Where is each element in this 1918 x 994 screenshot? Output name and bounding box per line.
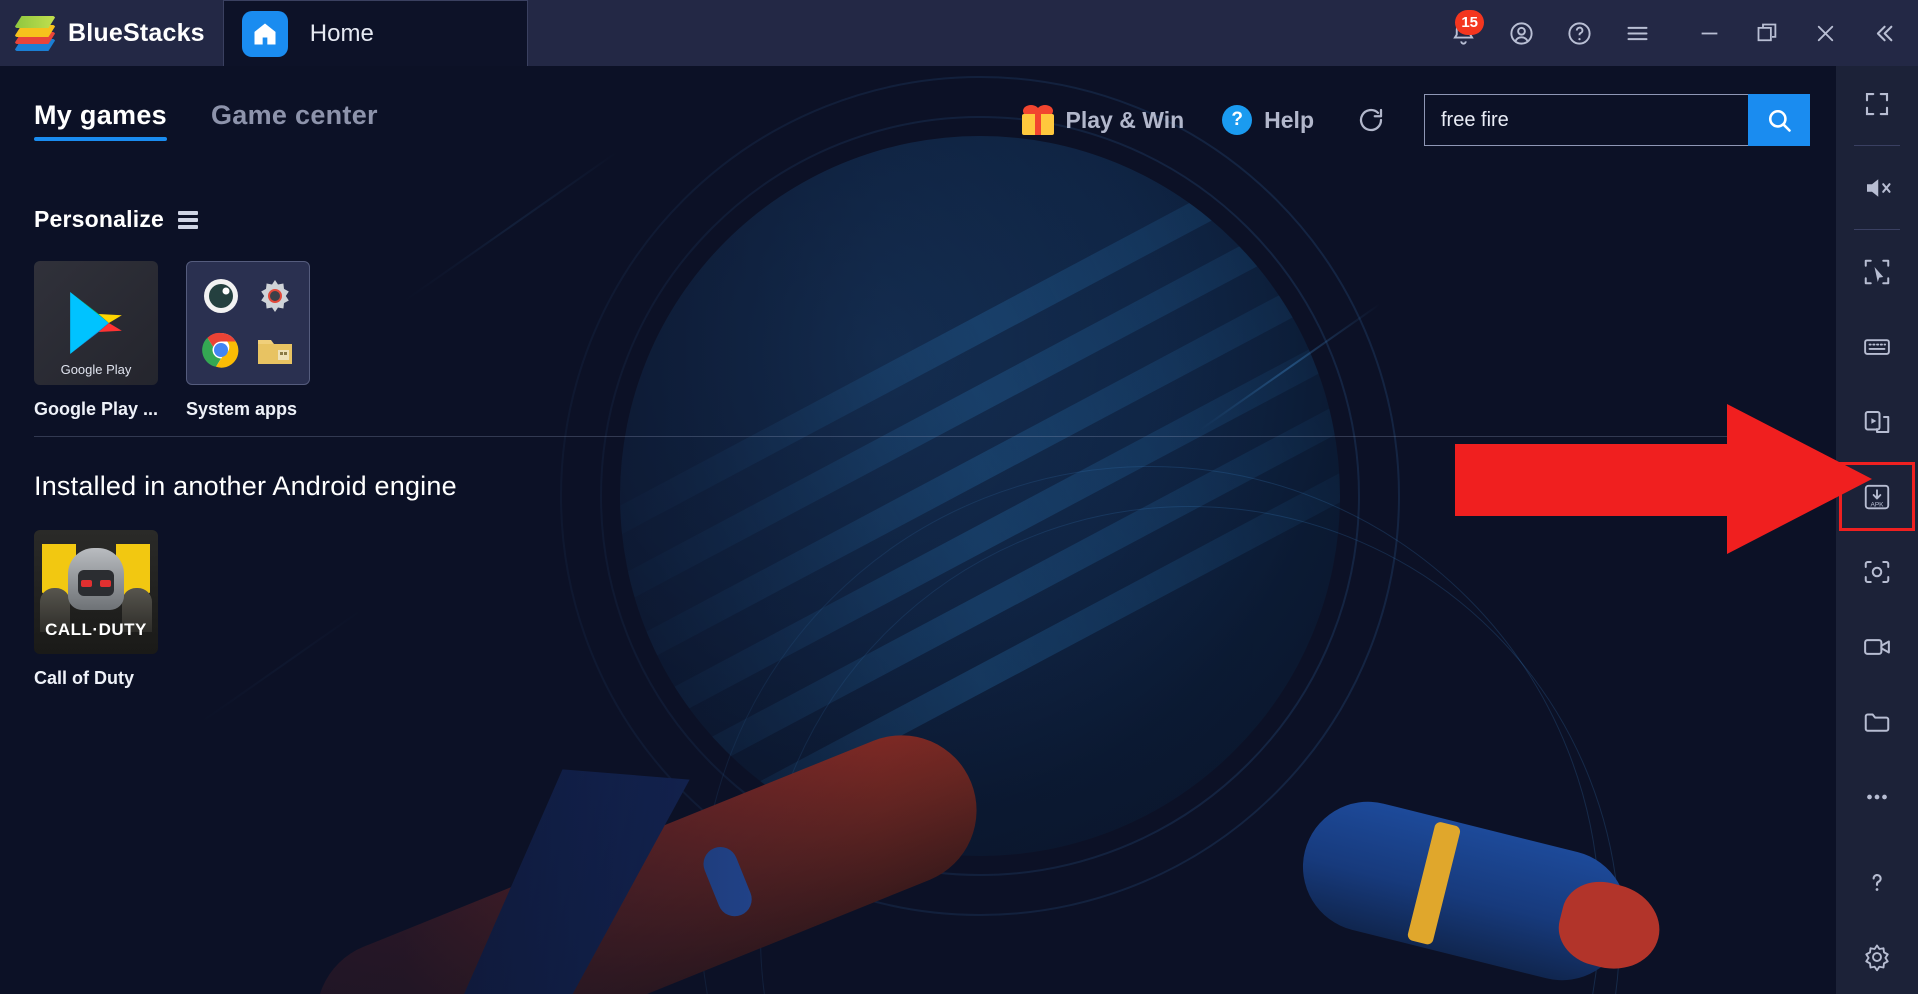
media-folder-button[interactable] xyxy=(1836,684,1918,759)
fullscreen-button[interactable] xyxy=(1836,66,1918,141)
play-and-win-label: Play & Win xyxy=(1065,106,1185,133)
menu-button[interactable] xyxy=(1608,0,1666,66)
play-and-win-button[interactable]: Play & Win xyxy=(1021,105,1185,135)
help-link[interactable]: ? Help xyxy=(1222,105,1314,135)
tune-sliders-icon[interactable] xyxy=(178,210,199,229)
other-engine-header: Installed in another Android engine xyxy=(34,471,457,502)
personalize-section: Personalize Google Play Google Play ... … xyxy=(34,206,310,420)
title-bar: BlueStacks Home 15 xyxy=(0,0,1918,66)
help-label: Help xyxy=(1264,106,1314,133)
app-system-apps[interactable]: System apps xyxy=(186,261,310,420)
app-google-play[interactable]: Google Play Google Play ... xyxy=(34,261,158,420)
app-system-apps-label: System apps xyxy=(186,399,298,419)
sidebar-divider xyxy=(1854,229,1900,230)
call-of-duty-tile-title: CALL·DUTY xyxy=(45,620,147,639)
mute-button[interactable] xyxy=(1836,150,1918,225)
system-apps-folder-icon xyxy=(186,261,310,385)
other-engine-section: Installed in another Android engine CALL… xyxy=(34,471,457,689)
bluestacks-window: BlueStacks Home 15 My games Game center … xyxy=(0,0,1918,994)
pointer-button[interactable] xyxy=(1836,234,1918,309)
notification-badge: 15 xyxy=(1455,10,1484,35)
chrome-mini-icon xyxy=(202,332,239,368)
search-button[interactable] xyxy=(1748,94,1810,146)
arrow-head xyxy=(1727,404,1872,554)
other-engine-title: Installed in another Android engine xyxy=(34,471,457,501)
arrow-shaft xyxy=(1455,444,1745,516)
help-button[interactable] xyxy=(1550,0,1608,66)
google-play-tile-caption: Google Play xyxy=(60,362,132,377)
titlebar-spacer xyxy=(528,0,1434,66)
record-button[interactable] xyxy=(1836,609,1918,684)
search-input[interactable] xyxy=(1424,94,1748,146)
restore-button[interactable] xyxy=(1738,0,1796,66)
tab-my-games[interactable]: My games xyxy=(34,100,189,141)
help-sidebar-button[interactable] xyxy=(1836,844,1918,919)
home-icon xyxy=(241,10,288,57)
media-folder-mini-icon xyxy=(258,340,292,364)
search-area xyxy=(1424,94,1810,146)
brand-name: BlueStacks xyxy=(68,18,205,47)
app-call-of-duty-label: Call of Duty xyxy=(34,668,135,688)
personalize-header: Personalize xyxy=(34,206,310,233)
nav-tabs: My games Game center xyxy=(0,100,400,141)
account-button[interactable] xyxy=(1492,0,1550,66)
tab-game-center-label: Game center xyxy=(210,99,378,130)
tab-home[interactable]: Home xyxy=(222,0,528,66)
close-button[interactable] xyxy=(1796,0,1854,66)
app-call-of-duty[interactable]: CALL·DUTY Call of Duty xyxy=(34,530,158,689)
personalize-app-grid: Google Play Google Play ... System apps xyxy=(34,261,310,420)
other-engine-app-grid: CALL·DUTY Call of Duty xyxy=(34,530,457,689)
question-mark-icon: ? xyxy=(1222,105,1253,135)
tab-game-center[interactable]: Game center xyxy=(189,100,400,141)
bluestacks-logo-icon xyxy=(14,16,56,51)
brand-area: BlueStacks xyxy=(0,0,223,66)
settings-gear-mini-icon xyxy=(261,280,289,312)
tab-my-games-label: My games xyxy=(34,99,167,130)
camera-mini-icon xyxy=(204,279,238,313)
tab-home-label: Home xyxy=(309,19,374,47)
red-pointer-arrow xyxy=(1455,404,1915,554)
more-button[interactable] xyxy=(1836,759,1918,834)
collapse-sidebar-button[interactable] xyxy=(1854,0,1912,66)
refresh-button[interactable] xyxy=(1348,97,1394,143)
google-play-icon: Google Play xyxy=(34,261,158,385)
personalize-title: Personalize xyxy=(34,206,165,232)
top-navigation-actions: Play & Win ? Help xyxy=(1021,94,1837,146)
minimize-button[interactable] xyxy=(1680,0,1738,66)
settings-button[interactable] xyxy=(1836,919,1918,994)
call-of-duty-icon: CALL·DUTY xyxy=(34,530,158,654)
titlebar-actions: 15 xyxy=(1434,0,1918,66)
keymapping-button[interactable] xyxy=(1836,309,1918,384)
app-google-play-label: Google Play ... xyxy=(34,399,159,419)
notifications-button[interactable]: 15 xyxy=(1434,0,1492,66)
sidebar-divider xyxy=(1854,145,1900,146)
top-navigation: My games Game center Play & Win ? Help f… xyxy=(0,66,1836,174)
gift-icon xyxy=(1021,105,1054,135)
active-tab-underline xyxy=(34,136,167,141)
